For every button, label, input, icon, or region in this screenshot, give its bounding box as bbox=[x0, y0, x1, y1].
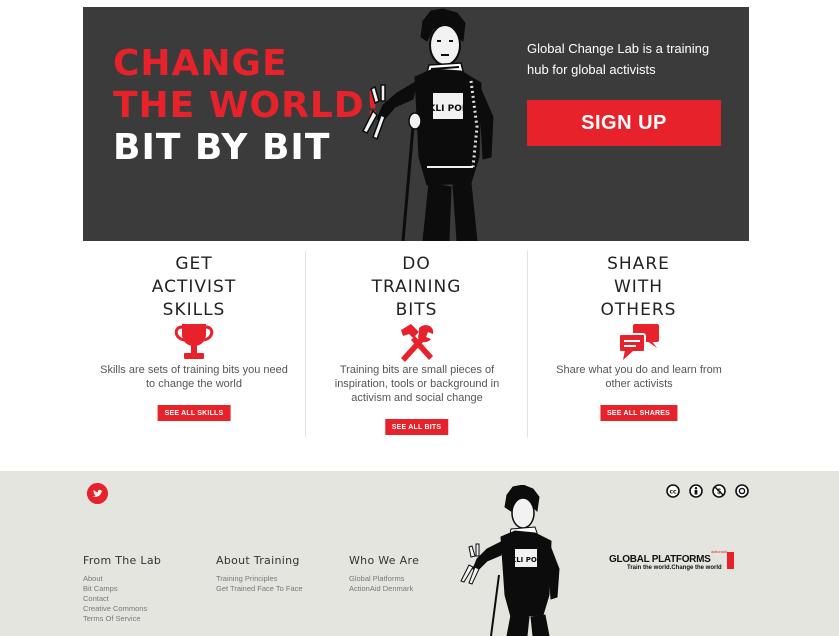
feature-title: DO TRAINING BITS bbox=[306, 253, 527, 322]
activist-figure-illustration: KLI POL bbox=[460, 485, 560, 636]
feature-title-line: TRAINING bbox=[371, 277, 462, 297]
see-all-bits-button[interactable]: SEE ALL BITS bbox=[384, 419, 449, 435]
feature-shares: SHARE WITH OTHERS Share what you do and … bbox=[527, 251, 749, 437]
actionaid-small-label: actionaid bbox=[711, 549, 728, 554]
footer-column-heading: About Training bbox=[216, 554, 300, 567]
feature-description: Skills are sets of training bits you nee… bbox=[100, 364, 288, 390]
feature-bits: DO TRAINING BITS Training bits are small… bbox=[305, 251, 527, 437]
footer-link-about[interactable]: About bbox=[83, 574, 161, 584]
feature-title-line: SKILLS bbox=[162, 300, 226, 320]
hero-banner: CHANGE THE WORLD! BIT BY BIT KLI POL Glo… bbox=[83, 7, 749, 241]
activist-figure-illustration: KLI POL bbox=[361, 8, 494, 241]
feature-title-line: WITH bbox=[614, 277, 663, 297]
footer-link-get-trained[interactable]: Get Trained Face To Face bbox=[216, 584, 303, 594]
feature-title-line: OTHERS bbox=[600, 300, 677, 320]
twitter-icon[interactable] bbox=[87, 483, 108, 504]
footer-column-from-the-lab: From The Lab About Bit Camps Contact Cre… bbox=[83, 554, 161, 624]
footer-link-training-principles[interactable]: Training Principles bbox=[216, 574, 303, 584]
site-footer: cc $ From The Lab About Bit Camps Contac… bbox=[0, 471, 839, 636]
no-commercial-icon: $ bbox=[712, 484, 726, 498]
footer-link-global-platforms[interactable]: Global Platforms bbox=[349, 574, 419, 584]
hero-headline-line-3: BIT BY BIT bbox=[113, 127, 331, 168]
footer-column-heading: Who We Are bbox=[349, 554, 420, 567]
by-icon bbox=[689, 484, 703, 498]
brand-tagline: Train the world.Change the world bbox=[627, 565, 722, 571]
footer-column-who-we-are: Who We Are Global Platforms ActionAid De… bbox=[349, 554, 419, 594]
see-all-skills-button[interactable]: SEE ALL SKILLS bbox=[157, 405, 231, 421]
feature-title-line: BITS bbox=[395, 300, 438, 320]
brand-name: GLOBAL PLATFORMS bbox=[609, 554, 711, 565]
figure-shirt-text: KLI POL bbox=[428, 104, 467, 114]
svg-text:KLI POL: KLI POL bbox=[511, 556, 542, 564]
feature-title-line: SHARE bbox=[607, 254, 670, 274]
share-alike-icon bbox=[735, 484, 749, 498]
hero-headline-line-1: CHANGE bbox=[113, 43, 288, 84]
hero-tagline: Global Change Lab is a training hub for … bbox=[527, 41, 710, 77]
footer-link-bit-camps[interactable]: Bit Camps bbox=[83, 584, 161, 594]
footer-column-about-training: About Training Training Principles Get T… bbox=[216, 554, 303, 594]
global-platforms-logo[interactable]: actionaid GLOBAL PLATFORMS Train the wor… bbox=[609, 549, 737, 574]
features-section: GET ACTIVIST SKILLS Skills are sets of t… bbox=[83, 251, 749, 437]
feature-skills: GET ACTIVIST SKILLS Skills are sets of t… bbox=[83, 251, 305, 437]
feature-title-line: GET bbox=[175, 254, 213, 274]
footer-link-contact[interactable]: Contact bbox=[83, 594, 161, 604]
cc-icon: cc bbox=[666, 484, 680, 498]
footer-link-actionaid-denmark[interactable]: ActionAid Denmark bbox=[349, 584, 419, 594]
feature-description: Training bits are small pieces of inspir… bbox=[334, 364, 500, 404]
hammer-wrench-icon bbox=[400, 324, 433, 362]
feature-title: SHARE WITH OTHERS bbox=[528, 253, 749, 322]
feature-title-line: ACTIVIST bbox=[151, 277, 237, 297]
feature-description: Share what you do and learn from other a… bbox=[556, 364, 722, 390]
hero-headline-line-2: THE WORLD! bbox=[113, 85, 383, 126]
footer-link-creative-commons[interactable]: Creative Commons bbox=[83, 604, 161, 614]
brand-mark bbox=[727, 552, 734, 569]
svg-text:cc: cc bbox=[669, 488, 677, 495]
speech-bubbles-icon bbox=[617, 324, 659, 360]
see-all-shares-button[interactable]: SEE ALL SHARES bbox=[599, 405, 678, 421]
sign-up-button[interactable]: SIGN UP bbox=[527, 100, 721, 146]
trophy-icon bbox=[174, 324, 214, 359]
feature-title-line: DO bbox=[402, 254, 431, 274]
feature-title: GET ACTIVIST SKILLS bbox=[83, 253, 305, 322]
footer-link-terms-of-service[interactable]: Terms Of Service bbox=[83, 614, 161, 624]
footer-column-heading: From The Lab bbox=[83, 554, 162, 567]
